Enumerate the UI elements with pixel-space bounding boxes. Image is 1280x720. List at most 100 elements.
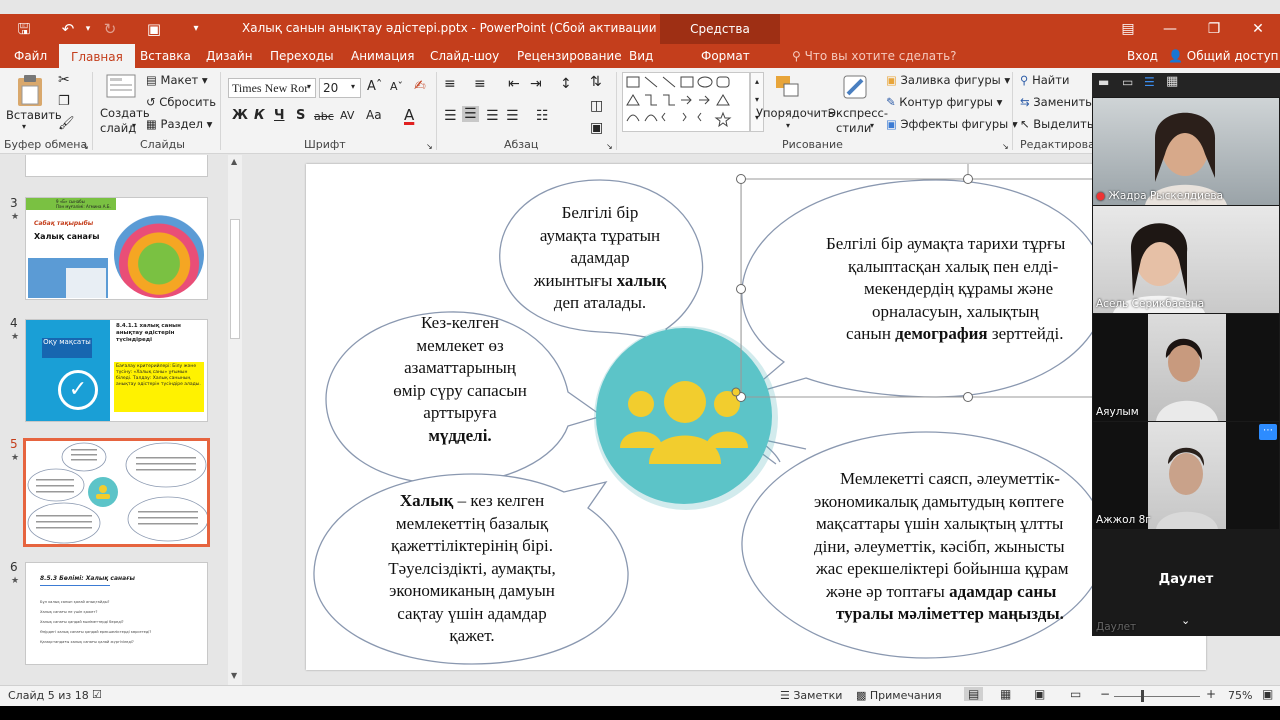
bubble-top-text[interactable]: Белгілі бір аумақта тұратын адамдар жиын… bbox=[520, 202, 680, 315]
numbering-icon[interactable]: ≡ bbox=[474, 76, 486, 92]
maximize-icon[interactable]: ❐ bbox=[1192, 14, 1236, 44]
cut-icon[interactable]: ✂ bbox=[58, 72, 70, 88]
fit-slide-icon[interactable]: ▣ bbox=[1262, 687, 1273, 701]
align-left-icon[interactable]: ☰ bbox=[444, 108, 457, 124]
scroll-up-icon[interactable]: ▲ bbox=[231, 157, 237, 166]
paste-icon[interactable] bbox=[14, 74, 48, 108]
chevron-down-icon[interactable]: ⌄ bbox=[1181, 614, 1190, 627]
italic-button[interactable]: К bbox=[254, 108, 265, 123]
sign-in-link[interactable]: Вход bbox=[1127, 44, 1158, 68]
customize-qat-icon[interactable]: ▾ bbox=[184, 18, 208, 40]
redo-icon[interactable]: ↻ bbox=[98, 18, 122, 40]
bubble-left-text[interactable]: Кез-келген мемлекет өз азаматтарының өмі… bbox=[360, 312, 560, 447]
align-center-icon[interactable]: ☰ bbox=[462, 106, 479, 122]
spell-check-icon[interactable]: ☑ bbox=[92, 688, 102, 701]
quick-styles-icon[interactable] bbox=[842, 74, 872, 102]
decrease-font-icon[interactable]: Aˇ bbox=[390, 80, 403, 93]
decrease-indent-icon[interactable]: ⇤ bbox=[508, 76, 520, 92]
shape-fill-button[interactable]: ▣ Заливка фигуры ▾ bbox=[886, 73, 1010, 87]
tab-home[interactable]: Главная bbox=[59, 44, 135, 68]
copy-icon[interactable]: ❐ bbox=[58, 94, 70, 109]
close-icon[interactable]: ✕ bbox=[1236, 14, 1280, 44]
shape-effects-button[interactable]: ▣ Эффекты фигуры ▾ bbox=[886, 117, 1018, 131]
thumbnail-scrollbar[interactable]: ▲ ▼ bbox=[228, 155, 242, 685]
speaker-view-icon[interactable]: ▭ bbox=[1122, 75, 1133, 89]
select-button[interactable]: ↖ Выделить bbox=[1020, 117, 1094, 131]
share-button[interactable]: 👤 Общий доступ bbox=[1168, 44, 1279, 68]
comments-button[interactable]: ▩ Примечания bbox=[856, 689, 942, 702]
change-case-button[interactable]: Aa bbox=[366, 108, 382, 122]
paste-label[interactable]: Вставить bbox=[6, 108, 62, 122]
clear-formatting-icon[interactable]: ✍ bbox=[414, 78, 426, 94]
font-size-dropdown-icon[interactable]: ▾ bbox=[351, 82, 355, 91]
participant-tile[interactable]: Асель Серикбаевна bbox=[1093, 206, 1279, 313]
replace-button[interactable]: ⇆ Заменить bbox=[1020, 95, 1092, 109]
tell-me-search[interactable]: ⚲ Что вы хотите сделать? bbox=[792, 44, 957, 68]
minimize-icon[interactable]: — bbox=[1148, 14, 1192, 44]
zoom-level[interactable]: 75% bbox=[1228, 689, 1252, 702]
quick-styles-dropdown-icon[interactable]: ▾ bbox=[870, 121, 874, 130]
paste-dropdown-icon[interactable]: ▾ bbox=[22, 122, 26, 131]
zoom-out-icon[interactable]: − bbox=[1100, 687, 1110, 701]
align-right-icon[interactable]: ☰ bbox=[486, 108, 499, 124]
font-color-button[interactable]: A bbox=[404, 106, 414, 124]
quick-styles-label-1[interactable]: Экспресс- bbox=[828, 106, 888, 120]
drawing-launcher-icon[interactable]: ↘ bbox=[1002, 142, 1009, 151]
tab-slideshow[interactable]: Слайд-шоу bbox=[430, 44, 499, 68]
shadow-button[interactable]: S bbox=[296, 108, 305, 123]
tab-transitions[interactable]: Переходы bbox=[270, 44, 334, 68]
undo-dropdown-icon[interactable]: ▾ bbox=[76, 18, 100, 40]
bullets-icon[interactable]: ≡ bbox=[444, 76, 456, 92]
participant-tile[interactable]: ● Жадра Рыскелдиева bbox=[1093, 98, 1279, 205]
font-family-input[interactable]: Times New Ror bbox=[228, 78, 316, 98]
font-launcher-icon[interactable]: ↘ bbox=[426, 142, 433, 151]
strip-view-icon[interactable]: ☰ bbox=[1144, 75, 1155, 89]
increase-indent-icon[interactable]: ⇥ bbox=[530, 76, 542, 92]
section-button[interactable]: ▦ Раздел ▾ bbox=[146, 117, 212, 131]
slide-sorter-icon[interactable]: ▦ bbox=[1000, 687, 1011, 701]
arrange-icon[interactable] bbox=[774, 74, 804, 102]
ribbon-display-icon[interactable]: ▤ bbox=[1106, 14, 1150, 44]
thumbnail-slide-3[interactable]: 9 «Б» сынабы Пән мұғалімі: Агмина А.Б. Са… bbox=[25, 197, 208, 300]
notes-button[interactable]: ☰ Заметки bbox=[780, 689, 842, 702]
normal-view-icon[interactable]: ▤ bbox=[964, 687, 984, 701]
bubble-bottom-left-text[interactable]: Халық – кез келген мемлекеттің базалық қ… bbox=[372, 490, 572, 648]
participant-tile[interactable]: Аяулым bbox=[1093, 314, 1279, 421]
align-text-icon[interactable]: ◫ bbox=[590, 98, 603, 114]
tab-review[interactable]: Рецензирование bbox=[517, 44, 622, 68]
arrange-label[interactable]: Упорядочить bbox=[756, 106, 835, 120]
reading-view-icon[interactable]: ▣ bbox=[1034, 687, 1045, 701]
slideshow-view-icon[interactable]: ▭ bbox=[1070, 687, 1081, 701]
shape-outline-button[interactable]: ✎ Контур фигуры ▾ bbox=[886, 95, 1002, 109]
thumbnail-slide-5-selected[interactable] bbox=[23, 438, 210, 547]
new-slide-dropdown-icon[interactable]: ▾ bbox=[132, 121, 136, 130]
arrange-dropdown-icon[interactable]: ▾ bbox=[786, 121, 790, 130]
tab-design[interactable]: Дизайн bbox=[206, 44, 253, 68]
font-family-dropdown-icon[interactable]: ▾ bbox=[307, 82, 311, 91]
scroll-down-icon[interactable]: ▼ bbox=[231, 671, 237, 680]
find-button[interactable]: ⚲ Найти bbox=[1020, 73, 1069, 87]
char-spacing-button[interactable]: AV bbox=[340, 109, 354, 122]
current-slide[interactable]: Белгілі бір аумақта тұратын адамдар жиын… bbox=[306, 164, 1206, 670]
paragraph-launcher-icon[interactable]: ↘ bbox=[606, 142, 613, 151]
zoom-slider-track[interactable] bbox=[1114, 696, 1200, 697]
thumbnail-slide-2-partial[interactable] bbox=[25, 155, 208, 177]
underline-button[interactable]: Ч bbox=[274, 108, 285, 123]
new-slide-label-1[interactable]: Создать bbox=[100, 106, 150, 120]
tab-insert[interactable]: Вставка bbox=[140, 44, 191, 68]
strikethrough-button[interactable]: abc bbox=[314, 110, 334, 123]
more-options-icon[interactable]: ⋯ bbox=[1259, 424, 1277, 440]
new-slide-label-2[interactable]: слайд bbox=[100, 121, 136, 135]
start-slideshow-icon[interactable]: ▣ bbox=[142, 18, 166, 40]
zoom-slider-thumb[interactable] bbox=[1141, 690, 1144, 702]
minimize-panel-icon[interactable]: ▬ bbox=[1098, 75, 1109, 89]
save-icon[interactable]: 🖫 bbox=[12, 18, 36, 40]
new-slide-icon[interactable] bbox=[106, 74, 136, 100]
smartart-icon[interactable]: ▣ bbox=[590, 120, 603, 136]
shapes-gallery-scroll[interactable]: ▴ ▾ ▾ bbox=[750, 72, 764, 132]
tab-view[interactable]: Вид bbox=[629, 44, 653, 68]
zoom-in-icon[interactable]: + bbox=[1206, 687, 1216, 701]
clipboard-launcher-icon[interactable]: ↘ bbox=[82, 142, 89, 151]
tab-file[interactable]: Файл bbox=[14, 44, 47, 68]
participant-tile[interactable]: Ажжол 8г ⋯ bbox=[1093, 422, 1279, 529]
